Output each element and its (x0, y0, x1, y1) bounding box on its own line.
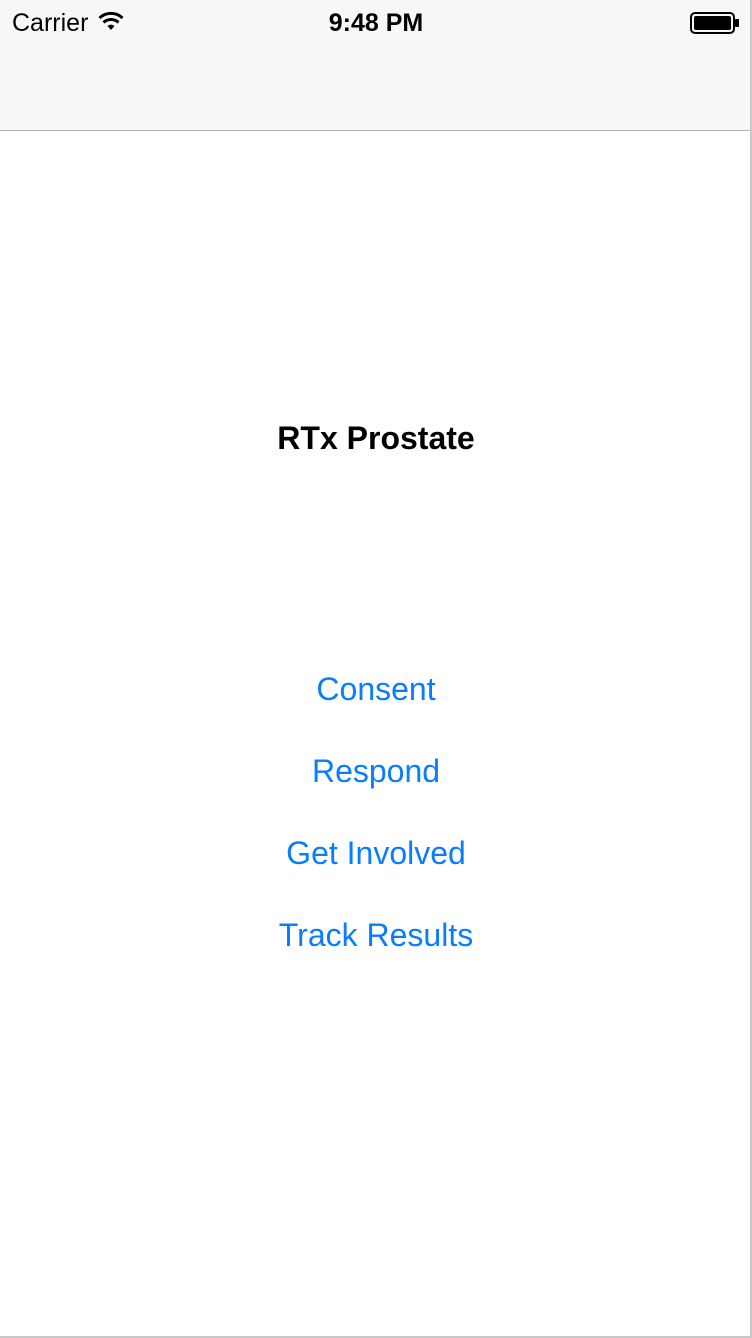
navigation-bar: Carrier 9:48 PM (0, 0, 752, 131)
respond-button[interactable]: Respond (0, 730, 752, 812)
status-time: 9:48 PM (328, 9, 424, 37)
main-menu: Consent Respond Get Involved Track Resul… (0, 648, 752, 976)
page-title: RTx Prostate (277, 420, 475, 456)
consent-button[interactable]: Consent (0, 648, 752, 730)
battery-full-icon (690, 12, 739, 34)
app-screen: Carrier 9:48 PM RTx Prostate Consent Res… (0, 0, 752, 1338)
status-bar: Carrier 9:48 PM (0, 0, 752, 44)
track-results-button[interactable]: Track Results (0, 894, 752, 976)
get-involved-button[interactable]: Get Involved (0, 812, 752, 894)
